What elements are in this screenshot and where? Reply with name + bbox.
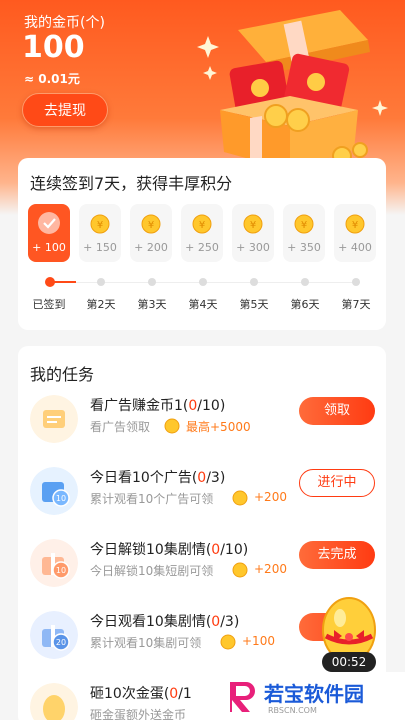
task-row: 10 今日解锁10集剧情(0/10) 今日解锁10集短剧可领 +200 去完成	[18, 535, 386, 605]
timeline-dot-active	[45, 277, 55, 287]
signin-day-points: + 300	[236, 241, 270, 254]
signin-day-points: + 350	[287, 241, 321, 254]
day-label: 第4天	[188, 298, 218, 311]
svg-text:¥: ¥	[250, 220, 256, 231]
coin-icon: ¥	[90, 214, 110, 234]
svg-text:20: 20	[56, 638, 66, 647]
timeline-dot	[352, 278, 360, 286]
watermark-logo-icon	[230, 682, 255, 712]
svg-text:10: 10	[56, 566, 66, 575]
svg-text:¥: ¥	[301, 220, 307, 231]
coin-icon	[232, 490, 248, 506]
coin-icon	[220, 634, 236, 650]
timeline-dot	[301, 278, 309, 286]
signin-day-3[interactable]: ¥ + 200	[130, 204, 172, 262]
signin-day-points: + 250	[185, 241, 219, 254]
task-name: 砸10次金蛋(0/1	[90, 686, 192, 702]
go-complete-button[interactable]: 去完成	[299, 541, 375, 569]
signin-card: 连续签到7天，获得丰厚积分 + 100 ¥ + 150 ¥ + 200 ¥ + …	[18, 158, 386, 330]
signin-day-points: + 200	[134, 241, 168, 254]
withdraw-button[interactable]: 去提现	[22, 93, 108, 127]
coin-label: 我的金币(个)	[24, 15, 105, 31]
task-desc: 累计观看10个广告可领	[90, 492, 214, 506]
coin-icon	[232, 562, 248, 578]
signin-progress-line	[54, 281, 76, 283]
task-desc: 砸金蛋额外送金币	[90, 708, 187, 720]
signin-day-points: + 400	[338, 241, 372, 254]
svg-text:10: 10	[56, 494, 66, 503]
signin-day-points: + 150	[83, 241, 117, 254]
timeline-dot	[97, 278, 105, 286]
coin-icon: ¥	[141, 214, 161, 234]
task-bonus: +200	[254, 490, 287, 504]
task-bonus: +100	[242, 634, 275, 648]
day-label: 已签到	[32, 298, 66, 311]
ad-box-icon	[30, 395, 78, 443]
gift-20-icon: 20	[30, 611, 78, 659]
signin-day-4[interactable]: ¥ + 250	[181, 204, 223, 262]
task-row: 10 今日看10个广告(0/3) 累计观看10个广告可领 +200 进行中	[18, 463, 386, 533]
check-icon	[38, 212, 60, 234]
svg-text:¥: ¥	[148, 220, 154, 231]
coin-icon: ¥	[294, 214, 314, 234]
coin-money-equivalent: ≈ 0.01元	[24, 72, 80, 86]
day-label: 第7天	[341, 298, 371, 311]
signin-day-2[interactable]: ¥ + 150	[79, 204, 121, 262]
calendar-10-icon: 10	[30, 467, 78, 515]
coin-icon: ¥	[192, 214, 212, 234]
signin-day-5[interactable]: ¥ + 300	[232, 204, 274, 262]
signin-day-1[interactable]: + 100	[28, 204, 70, 262]
coin-icon	[164, 418, 180, 434]
day-label: 第6天	[290, 298, 320, 311]
day-label: 第5天	[239, 298, 269, 311]
in-progress-button[interactable]: 进行中	[299, 469, 375, 497]
day-label: 第3天	[137, 298, 167, 311]
task-row: 看广告赚金币1(0/10) 看广告领取 最高+5000 领取	[18, 391, 386, 461]
signin-day-6[interactable]: ¥ + 350	[283, 204, 325, 262]
signin-day-points: + 100	[32, 241, 66, 254]
task-name: 看广告赚金币1(0/10)	[90, 398, 226, 414]
watermark-url: RBSCN.COM	[268, 706, 317, 715]
gift-10-icon: 10	[30, 539, 78, 587]
coin-icon: ¥	[243, 214, 263, 234]
tasks-title: 我的任务	[30, 365, 95, 384]
countdown-timer: 00:52	[322, 652, 376, 672]
signin-title: 连续签到7天，获得丰厚积分	[30, 174, 233, 193]
watermark: 若宝软件园 RBSCN.COM	[222, 672, 405, 720]
coin-icon: ¥	[345, 214, 365, 234]
timeline-dot	[250, 278, 258, 286]
svg-text:¥: ¥	[97, 220, 103, 231]
task-desc: 看广告领取	[90, 420, 151, 434]
task-desc: 今日解锁10集短剧可领	[90, 564, 214, 578]
svg-text:¥: ¥	[352, 220, 358, 231]
day-label: 第2天	[86, 298, 116, 311]
watermark-text: 若宝软件园	[264, 682, 364, 706]
svg-text:¥: ¥	[199, 220, 205, 231]
golden-egg-icon	[30, 683, 78, 720]
task-bonus: +200	[254, 562, 287, 576]
task-name: 今日看10个广告(0/3)	[90, 470, 226, 486]
task-desc: 累计观看10集剧可领	[90, 636, 202, 650]
timeline-dot	[148, 278, 156, 286]
task-bonus: 最高+5000	[186, 420, 251, 434]
coin-balance: 100	[22, 30, 85, 65]
timeline-dot	[199, 278, 207, 286]
task-name: 今日解锁10集剧情(0/10)	[90, 542, 249, 558]
task-name: 今日观看10集剧情(0/3)	[90, 614, 240, 630]
signin-day-7[interactable]: ¥ + 400	[334, 204, 376, 262]
gift-box-illustration	[197, 10, 388, 170]
claim-button[interactable]: 领取	[299, 397, 375, 425]
